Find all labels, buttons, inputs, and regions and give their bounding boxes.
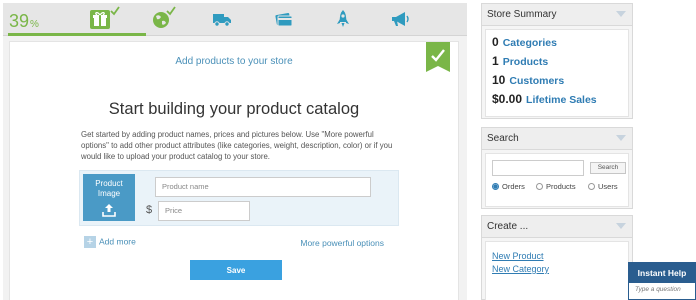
chevron-down-icon[interactable] xyxy=(616,135,626,141)
stat-link[interactable]: Lifetime Sales xyxy=(526,94,597,106)
search-title: Search xyxy=(487,133,519,144)
instant-help-title[interactable]: Instant Help xyxy=(629,263,695,283)
product-catalog-card: Add products to your store Start buildin… xyxy=(9,41,459,300)
stat-lifetime-sales: $0.00 Lifetime Sales xyxy=(492,89,628,108)
megaphone-icon[interactable] xyxy=(388,8,412,30)
search-input[interactable] xyxy=(492,160,584,176)
stat-number: $0.00 xyxy=(492,92,523,106)
radio-label: Users xyxy=(598,182,618,191)
product-entry-form: Product Image Product name $ Price xyxy=(79,170,399,226)
save-button[interactable]: Save xyxy=(190,260,282,280)
chevron-down-icon[interactable] xyxy=(616,223,626,229)
instructions-text: Get started by adding product names, pri… xyxy=(81,130,393,161)
stat-categories: 0 Categories xyxy=(492,32,628,51)
progress-bar: 39% xyxy=(3,3,467,36)
stat-link[interactable]: Categories xyxy=(503,37,557,49)
truck-icon[interactable] xyxy=(210,8,234,30)
product-image-label: Product Image xyxy=(95,179,123,198)
gift-icon[interactable] xyxy=(88,8,112,30)
rocket-icon[interactable] xyxy=(331,8,355,30)
radio-users[interactable]: Users xyxy=(588,182,618,191)
plus-icon: + xyxy=(84,236,96,248)
instant-help-widget: Instant Help Type a question xyxy=(628,262,696,300)
create-header[interactable]: Create ... xyxy=(482,216,632,238)
search-button[interactable]: Search xyxy=(590,162,626,174)
progress-indicator: 39% xyxy=(9,11,39,32)
stat-products: 1 Products xyxy=(492,51,628,70)
search-body: Search Orders Products Users xyxy=(485,153,629,207)
step-complete-ribbon xyxy=(426,42,450,72)
add-more-link[interactable]: + Add more xyxy=(84,236,136,248)
setup-panel: 39% Add products to your store Start bui… xyxy=(3,3,467,300)
progress-unit: % xyxy=(30,19,39,30)
stat-link[interactable]: Products xyxy=(503,56,549,68)
radio-icon xyxy=(536,183,543,190)
completed-check-icon xyxy=(166,6,176,16)
create-panel: Create ... New Product New Category xyxy=(481,215,633,300)
search-panel: Search Search Orders Products Users xyxy=(481,127,633,209)
store-summary-header[interactable]: Store Summary xyxy=(482,4,632,26)
stat-number: 10 xyxy=(492,73,506,87)
stat-number: 1 xyxy=(492,54,499,68)
progress-value: 39 xyxy=(9,11,30,31)
store-summary-panel: Store Summary 0 Categories 1 Products 10 Cu… xyxy=(481,3,633,119)
radio-label: Products xyxy=(546,182,576,191)
upload-icon xyxy=(102,204,116,217)
create-body: New Product New Category xyxy=(485,241,629,300)
radio-products[interactable]: Products xyxy=(536,182,576,191)
radio-icon xyxy=(588,183,595,190)
page-title: Start building your product catalog xyxy=(108,100,360,118)
credit-card-icon[interactable] xyxy=(272,8,296,30)
currency-symbol: $ xyxy=(146,204,153,216)
store-summary-body: 0 Categories 1 Products 10 Customers $0.00 L… xyxy=(485,29,629,117)
new-product-link[interactable]: New Product xyxy=(492,250,628,263)
search-header[interactable]: Search xyxy=(482,128,632,150)
help-question-input[interactable]: Type a question xyxy=(629,283,695,293)
new-category-link[interactable]: New Category xyxy=(492,263,628,276)
product-name-input[interactable]: Product name xyxy=(155,177,371,197)
radio-selected-icon xyxy=(492,183,499,190)
radio-label: Orders xyxy=(502,182,525,191)
create-title: Create ... xyxy=(487,221,529,232)
completed-check-icon xyxy=(110,6,120,16)
radio-orders[interactable]: Orders xyxy=(492,182,525,191)
step-subtitle: Add products to your store xyxy=(175,56,293,67)
more-powerful-options-link[interactable]: More powerful options xyxy=(300,238,384,248)
product-image-upload[interactable]: Product Image xyxy=(83,174,135,221)
stat-number: 0 xyxy=(492,35,499,49)
store-summary-title: Store Summary xyxy=(487,9,557,20)
price-input[interactable]: Price xyxy=(158,201,250,221)
stat-link[interactable]: Customers xyxy=(509,75,564,87)
progress-line xyxy=(8,33,146,36)
add-more-label: Add more xyxy=(99,236,136,247)
chevron-down-icon[interactable] xyxy=(616,11,626,17)
stat-customers: 10 Customers xyxy=(492,70,628,89)
